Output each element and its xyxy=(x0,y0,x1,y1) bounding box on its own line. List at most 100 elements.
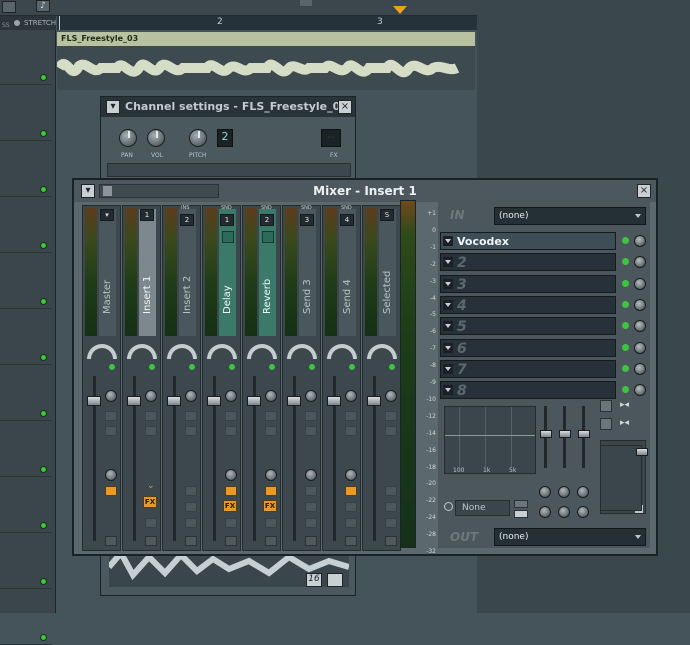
zoom-icon[interactable] xyxy=(2,1,16,13)
disk-record-icon[interactable] xyxy=(145,536,157,546)
slot-menu-icon[interactable] xyxy=(443,342,453,353)
window-menu-button[interactable]: ▾ xyxy=(106,100,120,114)
send-knob[interactable] xyxy=(225,469,237,481)
channel-row[interactable] xyxy=(0,534,52,589)
fx-slot-enable-led[interactable] xyxy=(622,322,629,330)
mixer-strip-selected[interactable]: S Selected xyxy=(362,205,401,551)
mute-led[interactable] xyxy=(349,364,355,370)
mixer-strip-send-3[interactable]: SND 3 Send 3 xyxy=(282,205,321,551)
slot-button[interactable] xyxy=(600,418,612,430)
reverse-polarity-button[interactable] xyxy=(225,426,237,436)
channel-row[interactable] xyxy=(0,30,52,85)
route-to-button[interactable] xyxy=(185,486,197,496)
slot-menu-icon[interactable] xyxy=(443,321,453,332)
volume-fader[interactable] xyxy=(247,396,261,406)
channel-active-led[interactable] xyxy=(40,242,47,249)
reverse-polarity-button[interactable] xyxy=(185,426,197,436)
disk-record-icon[interactable] xyxy=(185,536,197,546)
fx-slot[interactable]: Vocodex xyxy=(440,232,616,250)
channel-active-led[interactable] xyxy=(40,466,47,473)
fx-slot[interactable]: 7 xyxy=(440,359,616,378)
fx-button[interactable]: FX xyxy=(223,500,237,512)
stereo-separation-knob[interactable] xyxy=(185,390,197,402)
send-knob[interactable] xyxy=(105,469,117,481)
pan-knob[interactable] xyxy=(247,344,277,359)
pan-knob[interactable] xyxy=(167,344,197,359)
slot-menu-icon[interactable] xyxy=(443,299,453,310)
slot-menu-icon[interactable] xyxy=(443,385,453,396)
song-position-marker[interactable] xyxy=(393,6,407,14)
note-icon[interactable]: ♪ xyxy=(36,0,50,12)
link-button[interactable] xyxy=(514,500,528,508)
fx-slot-enable-led[interactable] xyxy=(622,343,629,351)
record-arm-button[interactable] xyxy=(225,518,237,528)
channel-active-led[interactable] xyxy=(40,186,47,193)
slot-menu-icon[interactable] xyxy=(443,257,453,268)
channel-active-led[interactable] xyxy=(40,130,47,137)
reverse-polarity-button[interactable] xyxy=(385,426,397,436)
stereo-icon[interactable]: ▸◂ xyxy=(620,418,629,428)
slot-menu-icon[interactable] xyxy=(443,363,453,374)
fx-slot[interactable]: 8 xyxy=(440,381,616,400)
mixer-strip-insert-2[interactable]: INS 2 Insert 2 xyxy=(162,205,201,551)
swap-channels-button[interactable] xyxy=(225,411,237,421)
fx-slot-mix-knob[interactable] xyxy=(634,298,646,311)
fx-slot-enable-led[interactable] xyxy=(622,300,629,308)
record-arm-button[interactable] xyxy=(345,518,357,528)
fx-button[interactable] xyxy=(185,502,197,512)
mixer-strip-delay[interactable]: SND 1 Delay FX xyxy=(202,205,241,551)
fx-button[interactable] xyxy=(385,502,397,512)
volume-fader[interactable] xyxy=(87,396,101,406)
fx-slot-enable-led[interactable] xyxy=(622,258,629,266)
volume-fader[interactable] xyxy=(327,396,341,406)
swap-channels-button[interactable] xyxy=(385,411,397,421)
channel-active-led[interactable] xyxy=(40,578,47,585)
audio-clip-header[interactable]: FLS_Freestyle_03 xyxy=(57,32,475,46)
fx-slot[interactable]: 6 xyxy=(440,338,616,357)
send-knob[interactable] xyxy=(345,469,357,481)
mute-led[interactable] xyxy=(309,364,315,370)
fx-button[interactable]: FX xyxy=(263,500,277,512)
swap-channels-button[interactable] xyxy=(105,411,117,421)
slot-menu-icon[interactable] xyxy=(443,278,453,289)
eq-graph[interactable]: 100 1k 5k xyxy=(444,406,536,474)
mixer-strip-master[interactable]: ▾ Master xyxy=(82,205,121,551)
mute-led[interactable] xyxy=(149,364,155,370)
route-to-button[interactable] xyxy=(265,486,277,496)
mute-led[interactable] xyxy=(389,364,395,370)
send-knob[interactable] xyxy=(305,469,317,481)
fx-slot-mix-knob[interactable] xyxy=(634,384,646,397)
fx-slot-enable-led[interactable] xyxy=(622,237,629,244)
fx-slot[interactable]: 3 xyxy=(440,274,616,293)
stereo-separation-knob[interactable] xyxy=(265,390,277,402)
fx-slot-mix-knob[interactable] xyxy=(634,277,646,290)
channel-row[interactable] xyxy=(0,254,52,309)
eq-high-fader[interactable] xyxy=(578,430,590,438)
reverse-polarity-button[interactable] xyxy=(305,426,317,436)
stereo-icon[interactable]: ▸◂ xyxy=(620,400,629,410)
stretch-toggle-icon[interactable] xyxy=(14,20,20,26)
output-select[interactable]: (none) xyxy=(494,528,646,546)
pan-knob[interactable] xyxy=(327,344,357,359)
eq-freq-knob[interactable] xyxy=(539,486,551,498)
eq-freq-knob[interactable] xyxy=(577,486,589,498)
close-button[interactable]: × xyxy=(338,100,352,114)
fx-slot-mix-knob[interactable] xyxy=(634,341,646,354)
swap-channels-button[interactable] xyxy=(265,411,277,421)
route-to-button[interactable] xyxy=(105,486,117,496)
disk-record-icon[interactable] xyxy=(345,536,357,546)
mute-led[interactable] xyxy=(189,364,195,370)
channel-row[interactable] xyxy=(0,86,52,141)
eq-mid-fader[interactable] xyxy=(559,430,571,438)
record-arm-button[interactable] xyxy=(265,518,277,528)
route-to-button[interactable] xyxy=(385,486,397,496)
input-select[interactable]: (none) xyxy=(494,207,646,225)
eq-preset-select[interactable]: None xyxy=(455,500,510,516)
channel-active-led[interactable] xyxy=(40,298,47,305)
volume-knob[interactable] xyxy=(147,129,165,147)
eq-freq-knob[interactable] xyxy=(558,486,570,498)
channel-active-led[interactable] xyxy=(40,354,47,361)
fx-slot-enable-led[interactable] xyxy=(622,364,629,372)
mixer-strip-send-4[interactable]: SND 4 Send 4 xyxy=(322,205,361,551)
stereo-separation-knob[interactable] xyxy=(225,390,237,402)
